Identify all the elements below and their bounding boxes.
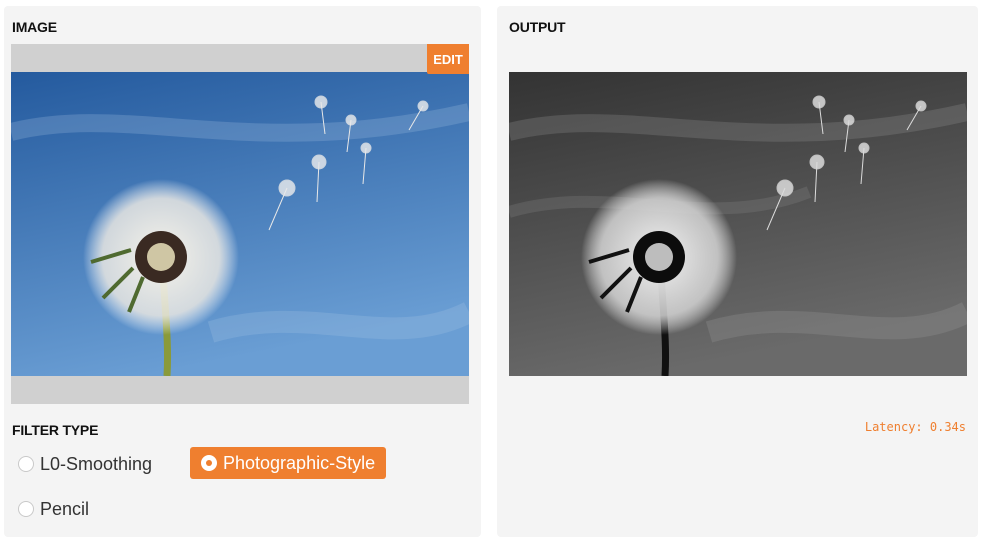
radio-photographic-style[interactable]: Photographic-Style (190, 447, 387, 479)
radio-pencil[interactable]: Pencil (18, 493, 89, 525)
latency-readout: Latency: 0.34s (864, 420, 966, 434)
dandelion-grayscale-icon (509, 72, 967, 376)
radio-icon[interactable] (18, 501, 34, 517)
radio-l0-smoothing[interactable]: L0-Smoothing (18, 448, 152, 480)
input-image (11, 72, 469, 376)
radio-label: L0-Smoothing (40, 453, 153, 474)
image-section-title: IMAGE (12, 19, 57, 35)
output-panel: OUTPUT Latency: 0.34s (497, 6, 978, 537)
radio-label: Pencil (40, 498, 90, 519)
image-frame: EDIT (11, 44, 469, 404)
radio-icon[interactable] (18, 456, 34, 472)
output-section-title: OUTPUT (509, 19, 566, 35)
radio-label: Photographic-Style (223, 452, 376, 473)
input-panel: IMAGE EDIT FILTER TYPE L0-Smoothing Phot… (4, 6, 481, 537)
filter-type-title: FILTER TYPE (12, 422, 99, 438)
radio-icon[interactable] (201, 455, 217, 471)
edit-button[interactable]: EDIT (427, 44, 469, 74)
output-image (509, 72, 967, 376)
dandelion-photo-icon (11, 72, 469, 376)
